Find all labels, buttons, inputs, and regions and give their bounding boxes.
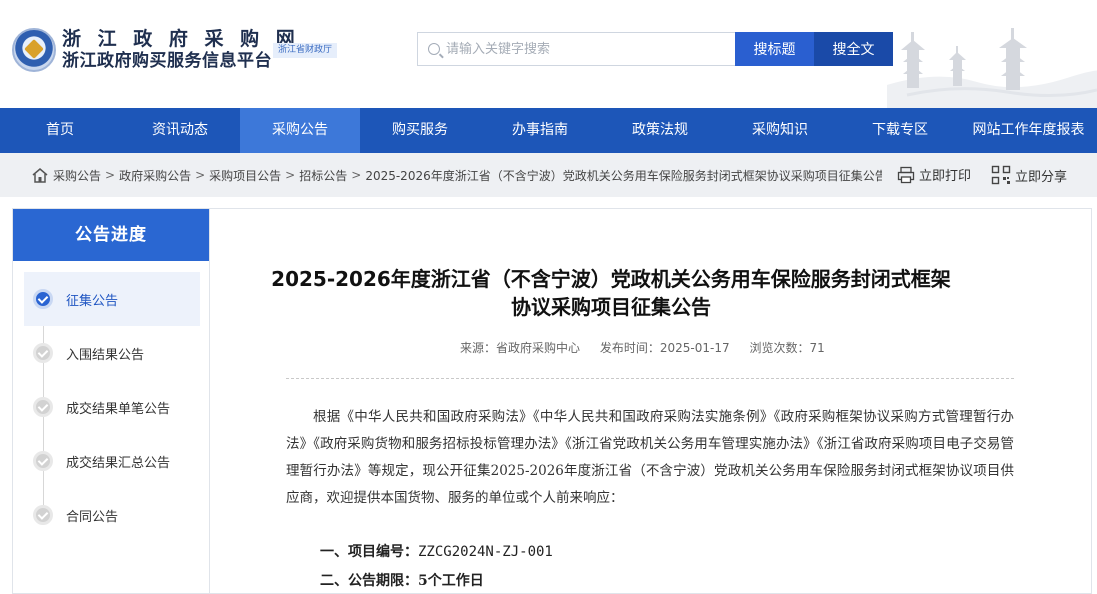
progress-step-deal-summary[interactable]: 成交结果汇总公告 xyxy=(24,434,200,488)
check-icon xyxy=(33,505,53,525)
check-icon xyxy=(33,397,53,417)
notice-period-line: 二、公告期限：5个工作日 xyxy=(320,570,484,590)
source-value: 省政府采购中心 xyxy=(496,341,581,355)
printer-icon xyxy=(897,166,915,183)
step-label: 成交结果汇总公告 xyxy=(66,455,171,471)
date-label: 发布时间： xyxy=(599,341,660,355)
check-icon xyxy=(33,343,53,363)
search-input[interactable] xyxy=(446,34,735,64)
home-icon[interactable] xyxy=(31,167,49,183)
nav-item-news[interactable]: 资讯动态 xyxy=(120,108,240,153)
search-title-button[interactable]: 搜标题 xyxy=(735,32,814,66)
share-label: 立即分享 xyxy=(1015,169,1068,185)
notice-period-value: 5个工作日 xyxy=(418,573,484,589)
breadcrumb-item[interactable]: 政府采购公告 xyxy=(119,167,191,184)
article-meta: 来源：省政府采购中心 发布时间：2025-01-17 浏览次数：71 xyxy=(460,339,841,356)
article-intro: 根据《中华人民共和国政府采购法》《中华人民共和国政府采购法实施条例》《政府采购框… xyxy=(286,409,1014,506)
search-fulltext-button[interactable]: 搜全文 xyxy=(814,32,893,66)
project-number-value: ZZCG2024N-ZJ-001 xyxy=(418,544,553,560)
main-nav: 首页 资讯动态 采购公告 购买服务 办事指南 政策法规 采购知识 下载专区 网站… xyxy=(0,108,1097,153)
nav-item-home[interactable]: 首页 xyxy=(0,108,120,153)
share-button[interactable]: 立即分享 xyxy=(991,165,1067,185)
progress-step-contract[interactable]: 合同公告 xyxy=(24,488,200,542)
breadcrumb-separator: > xyxy=(351,168,362,182)
nav-item-downloads[interactable]: 下载专区 xyxy=(840,108,960,153)
breadcrumb: 采购公告 > 政府采购公告 > 采购项目公告 > 招标公告 > 2025-202… xyxy=(0,153,1097,197)
project-number-label: 一、项目编号： xyxy=(320,544,418,560)
notice-progress-sidebar: 公告进度 征集公告 入围结果公告 成交结果单笔公告 成交结果汇总公告 合同公告 xyxy=(12,208,210,594)
print-button[interactable]: 立即打印 xyxy=(897,165,971,184)
check-icon xyxy=(33,451,53,471)
step-label: 征集公告 xyxy=(66,293,119,309)
search-box xyxy=(417,32,735,66)
breadcrumb-current: 2025-2026年度浙江省（不含宁波）党政机关公务用车保险服务封闭式框架协议采… xyxy=(365,168,883,183)
site-subtitle: 浙江政府购买服务信息平台 xyxy=(62,51,272,71)
progress-step-solicitation[interactable]: 征集公告 xyxy=(24,272,200,326)
views-meta: 浏览次数：71 xyxy=(749,341,824,355)
breadcrumb-item[interactable]: 采购项目公告 xyxy=(209,167,281,184)
step-label: 成交结果单笔公告 xyxy=(66,401,171,417)
divider xyxy=(286,378,1014,379)
sidebar-heading: 公告进度 xyxy=(13,209,209,261)
nav-item-regulations[interactable]: 政策法规 xyxy=(600,108,720,153)
finance-dept-badge: 浙江省财政厅 xyxy=(273,43,338,58)
nav-item-annual-report[interactable]: 网站工作年度报表 xyxy=(960,108,1097,153)
nav-item-procurement-notices[interactable]: 采购公告 xyxy=(240,108,360,153)
breadcrumb-separator: > xyxy=(285,168,296,182)
breadcrumb-separator: > xyxy=(195,168,206,182)
breadcrumb-item[interactable]: 招标公告 xyxy=(299,167,347,184)
nav-item-purchase-services[interactable]: 购买服务 xyxy=(360,108,480,153)
view-count: 71 xyxy=(809,341,825,355)
pagoda-decoration-icon xyxy=(887,28,1097,108)
breadcrumb-item[interactable]: 采购公告 xyxy=(53,167,101,184)
progress-step-shortlist-result[interactable]: 入围结果公告 xyxy=(24,326,200,380)
nav-item-knowledge[interactable]: 采购知识 xyxy=(720,108,840,153)
breadcrumb-separator: > xyxy=(105,168,116,182)
source-meta: 来源：省政府采购中心 xyxy=(460,341,580,355)
notice-period-label: 二、公告期限： xyxy=(320,573,418,589)
article-panel: 2025-2026年度浙江省（不含宁波）党政机关公务用车保险服务封闭式框架协议采… xyxy=(210,208,1092,594)
progress-step-single-deal-result[interactable]: 成交结果单笔公告 xyxy=(24,380,200,434)
date-meta: 发布时间：2025-01-17 xyxy=(600,341,730,355)
check-icon xyxy=(33,289,53,309)
step-label: 合同公告 xyxy=(66,509,119,525)
site-title[interactable]: 浙 江 政 府 采 购 网 xyxy=(62,28,300,50)
site-header: 浙 江 政 府 采 购 网 浙江政府购买服务信息平台 浙江省财政厅 搜标题 搜全… xyxy=(0,0,1097,108)
source-label: 来源： xyxy=(460,341,497,355)
publish-date: 2025-01-17 xyxy=(659,341,730,355)
print-label: 立即打印 xyxy=(919,169,972,184)
project-number-line: 一、项目编号：ZZCG2024N-ZJ-001 xyxy=(320,541,553,561)
search-icon xyxy=(428,43,440,55)
qr-code-icon xyxy=(991,165,1011,185)
article-title: 2025-2026年度浙江省（不含宁波）党政机关公务用车保险服务封闭式框架协议采… xyxy=(271,267,951,319)
site-logo-icon[interactable] xyxy=(12,28,56,72)
nav-item-guide[interactable]: 办事指南 xyxy=(480,108,600,153)
step-label: 入围结果公告 xyxy=(66,347,145,363)
views-label: 浏览次数： xyxy=(749,341,810,355)
